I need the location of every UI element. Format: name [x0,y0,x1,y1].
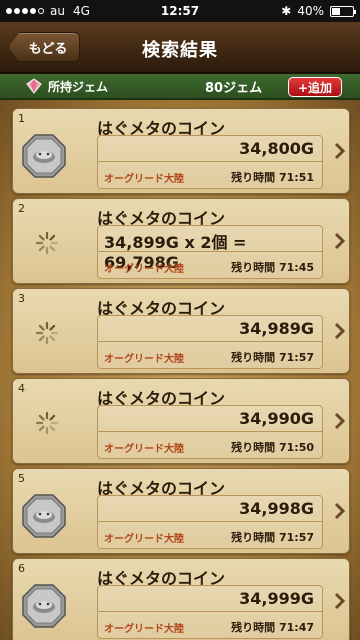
item-price: 34,998G [239,499,314,518]
item-price: 34,990G [239,409,314,428]
signal-dot [38,8,44,14]
loading-icon [35,321,59,345]
loading-icon [35,411,59,435]
item-index: 4 [18,382,25,395]
signal-dot [22,8,28,14]
signal-dot [6,8,12,14]
app-header: もどる 検索結果 [0,22,360,74]
gem-bar: 所持ジェム 80ジェム +追加 [0,74,360,100]
item-index: 3 [18,292,25,305]
coin-icon [21,133,67,179]
gem-icon [26,78,42,94]
back-button[interactable]: もどる [8,32,80,62]
status-right: ✱ 40% [281,4,356,18]
item-index: 1 [18,112,25,125]
chevron-right-icon[interactable] [333,501,346,521]
item-price: 34,800G [239,139,314,158]
price-line: 34,899G x 2個 = 69,798G [98,226,322,272]
item-region: オーグリード大陸 [104,444,184,455]
signal-dot [14,8,20,14]
item-details: 34,989G オーグリード大陸 残り時間 71:57 [97,315,323,369]
item-details: 34,800G オーグリード大陸 残り時間 71:51 [97,135,323,189]
battery-icon [330,5,356,17]
item-remaining-time: 残り時間 71:57 [231,351,314,364]
item-region: オーグリード大陸 [104,534,184,545]
coin-icon [21,583,67,629]
network-label: 4G [72,4,90,18]
battery-percent: 40% [297,4,324,18]
chevron-right-icon[interactable] [333,321,346,341]
item-remaining-time: 残り時間 71:57 [231,531,314,544]
item-price: 34,999G [239,589,314,608]
chevron-right-icon[interactable] [333,591,346,611]
item-remaining-time: 残り時間 71:47 [231,621,314,634]
result-item[interactable]: 6 はぐメタのコイン 34,999G オーグリード大陸 残り時間 71:47 [12,558,350,640]
loading-icon [35,231,59,255]
item-index: 5 [18,472,25,485]
bluetooth-icon: ✱ [281,4,292,18]
battery-fill [332,7,340,15]
price-line: 34,998G [98,496,322,522]
chevron-right-icon[interactable] [333,231,346,251]
price-line: 34,800G [98,136,322,162]
carrier-label: au [50,4,65,18]
item-remaining-time: 残り時間 71:51 [231,171,314,184]
gem-label: 所持ジェム [48,79,109,94]
item-index: 6 [18,562,25,575]
item-region: オーグリード大陸 [104,264,184,275]
item-region: オーグリード大陸 [104,624,184,635]
chevron-right-icon[interactable] [333,411,346,431]
coin-icon [21,493,67,539]
signal-dot [30,8,36,14]
result-item[interactable]: 5 はぐメタのコイン 34,998G オーグリード大陸 残り時間 71:57 [12,468,350,554]
results-list: 1 はぐメタのコイン 34,800G オーグリード大陸 残り時間 71:51 2… [0,100,360,640]
item-price: 34,989G [239,319,314,338]
item-region: オーグリード大陸 [104,354,184,365]
item-remaining-time: 残り時間 71:50 [231,441,314,454]
item-details: 34,990G オーグリード大陸 残り時間 71:50 [97,405,323,459]
signal-strength-icon [6,8,44,14]
item-details: 34,899G x 2個 = 69,798G オーグリード大陸 残り時間 71:… [97,225,323,279]
price-line: 34,989G [98,316,322,342]
gem-count: 80ジェム [205,80,263,96]
item-details: 34,998G オーグリード大陸 残り時間 71:57 [97,495,323,549]
item-region: オーグリード大陸 [104,174,184,185]
price-line: 34,999G [98,586,322,612]
item-index: 2 [18,202,25,215]
result-item[interactable]: 3 はぐメタのコイン 34,989G オーグリード大陸 残り時間 71:57 [12,288,350,374]
result-item[interactable]: 2 はぐメタのコイン 34,899G x 2個 = 69,798G オーグリード… [12,198,350,284]
item-remaining-time: 残り時間 71:45 [231,261,314,274]
add-gems-button[interactable]: +追加 [288,77,342,97]
status-bar: au 4G 12:57 ✱ 40% [0,0,360,22]
price-line: 34,990G [98,406,322,432]
result-item[interactable]: 1 はぐメタのコイン 34,800G オーグリード大陸 残り時間 71:51 [12,108,350,194]
item-details: 34,999G オーグリード大陸 残り時間 71:47 [97,585,323,639]
chevron-right-icon[interactable] [333,141,346,161]
result-item[interactable]: 4 はぐメタのコイン 34,990G オーグリード大陸 残り時間 71:50 [12,378,350,464]
